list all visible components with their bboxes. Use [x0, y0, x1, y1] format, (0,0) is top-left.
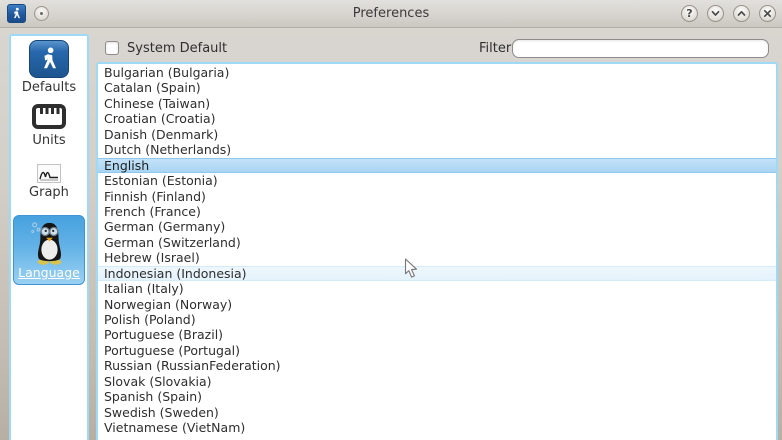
close-button[interactable]	[759, 5, 776, 22]
list-item[interactable]: Danish (Denmark)	[98, 127, 776, 142]
list-item[interactable]: Swedish (Sweden)	[98, 405, 776, 420]
list-item[interactable]: Estonian (Estonia)	[98, 173, 776, 188]
preferences-window: { "window": { "title": "Preferences" }, …	[0, 0, 782, 440]
list-item[interactable]: Italian (Italy)	[98, 281, 776, 296]
sidebar-item-graph[interactable]: Graph	[13, 164, 85, 200]
filter-label: Filter	[479, 41, 511, 56]
list-item[interactable]: Finnish (Finland)	[98, 189, 776, 204]
list-item[interactable]: Hebrew (Israel)	[98, 250, 776, 265]
list-item[interactable]: Portuguese (Portugal)	[98, 343, 776, 358]
sidebar-item-units[interactable]: Units	[13, 102, 85, 148]
penguin-icon	[28, 219, 70, 265]
system-default-label: System Default	[127, 41, 227, 56]
list-item[interactable]: Spanish (Spain)	[98, 389, 776, 404]
sidebar-item-label: Graph	[29, 185, 69, 200]
sidebar-item-defaults[interactable]: Defaults	[13, 40, 85, 95]
hiker-icon	[29, 40, 69, 78]
sidebar: Defaults Units Graph	[9, 34, 89, 440]
sidebar-item-label: Defaults	[22, 80, 76, 95]
sidebar-item-label: Units	[32, 133, 65, 148]
keep-above-button[interactable]	[733, 5, 750, 22]
list-item[interactable]: Norwegian (Norway)	[98, 297, 776, 312]
list-item[interactable]: German (Germany)	[98, 219, 776, 234]
graph-curve-icon	[37, 164, 61, 183]
filter-input[interactable]	[512, 39, 769, 58]
chevron-up-icon	[736, 8, 747, 19]
sidebar-item-label: Language	[18, 265, 80, 280]
close-icon	[762, 8, 773, 19]
list-item[interactable]: Catalan (Spain)	[98, 80, 776, 95]
list-item[interactable]: Croatian (Croatia)	[98, 111, 776, 126]
system-default-checkbox[interactable]	[105, 41, 119, 55]
list-item[interactable]: Polish (Poland)	[98, 312, 776, 327]
list-item[interactable]: Slovak (Slovakia)	[98, 374, 776, 389]
ruler-icon	[31, 102, 67, 131]
list-item[interactable]: French (France)	[98, 204, 776, 219]
titlebar: Preferences ?	[0, 0, 782, 28]
list-item[interactable]: Indonesian (Indonesia)	[98, 266, 776, 281]
language-list: Bulgarian (Bulgaria)Catalan (Spain)Chine…	[96, 62, 778, 440]
list-item[interactable]: German (Switzerland)	[98, 235, 776, 250]
list-item[interactable]: Portuguese (Brazil)	[98, 327, 776, 342]
window-title: Preferences	[0, 6, 782, 21]
shade-button[interactable]	[707, 5, 724, 22]
question-mark-icon: ?	[686, 7, 692, 20]
chevron-down-icon	[710, 8, 721, 19]
list-item[interactable]: Russian (RussianFederation)	[98, 358, 776, 373]
list-item[interactable]: Vietnamese (VietNam)	[98, 420, 776, 435]
list-item[interactable]: English	[98, 158, 776, 173]
list-item[interactable]: Dutch (Netherlands)	[98, 142, 776, 157]
help-button[interactable]: ?	[681, 5, 698, 22]
list-item[interactable]: Bulgarian (Bulgaria)	[98, 65, 776, 80]
window-controls: ?	[681, 5, 776, 22]
list-item[interactable]: Chinese (Taiwan)	[98, 96, 776, 111]
sidebar-item-language[interactable]: Language	[13, 215, 85, 285]
